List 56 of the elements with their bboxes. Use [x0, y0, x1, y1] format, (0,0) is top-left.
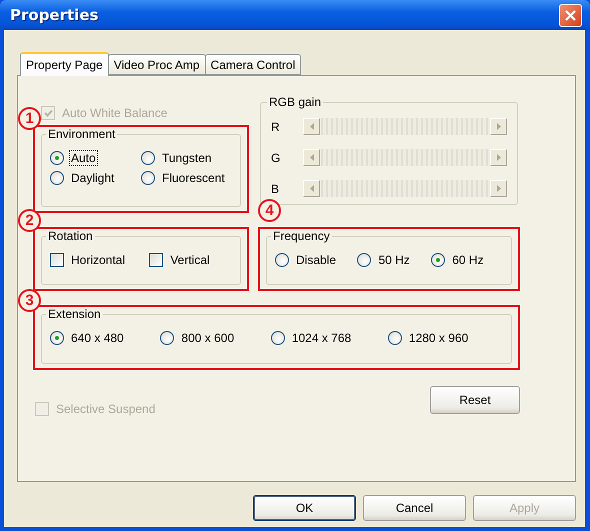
group-title: RGB gain — [268, 95, 322, 109]
checkbox-label: Selective Suspend — [55, 402, 156, 416]
check-icon — [44, 108, 52, 118]
channel-label: R — [271, 120, 281, 134]
tab[interactable]: Camera Control — [204, 54, 302, 75]
group-title: Frequency — [272, 229, 331, 243]
checkbox[interactable] — [149, 253, 164, 267]
checkbox[interactable] — [50, 253, 64, 267]
radio-button[interactable] — [141, 151, 155, 165]
dialog-button[interactable]: Cancel — [363, 495, 466, 521]
radio-button[interactable] — [50, 171, 64, 185]
callout-number: 1 — [18, 107, 41, 130]
window-title: Properties — [10, 6, 98, 24]
radio-button[interactable] — [388, 331, 402, 345]
close-icon — [565, 10, 576, 20]
close-button[interactable] — [559, 4, 582, 26]
checkbox-label: Horizontal — [70, 253, 126, 267]
option-label: 800 x 600 — [180, 331, 236, 345]
option-label: Fluorescent — [161, 171, 226, 185]
radio-button[interactable] — [270, 331, 285, 345]
right-arrow-icon — [496, 154, 500, 161]
channel-label: B — [271, 182, 280, 196]
option-label: 60 Hz — [451, 253, 485, 267]
option-label: Tungsten — [161, 151, 213, 165]
radio-button[interactable] — [50, 331, 64, 345]
option-label: Daylight — [70, 171, 116, 185]
radio-button[interactable] — [431, 253, 446, 267]
option-label: Disable — [295, 253, 338, 267]
callout-number: 4 — [258, 199, 281, 222]
option-label: 1280 x 960 — [408, 331, 470, 345]
reset-button[interactable]: Reset — [430, 386, 520, 414]
radio-button[interactable] — [160, 331, 174, 345]
left-arrow-icon — [310, 123, 314, 130]
option-label: 50 Hz — [377, 253, 411, 267]
channel-label: G — [271, 150, 281, 164]
radio-button[interactable] — [50, 151, 64, 165]
checkbox-label: Auto White Balance — [61, 106, 168, 120]
option-label: Auto — [70, 151, 97, 165]
left-arrow-icon — [310, 185, 314, 192]
checkbox-label: Vertical — [169, 253, 211, 267]
option-label: 640 x 480 — [70, 331, 125, 345]
right-arrow-icon — [496, 185, 500, 192]
right-arrow-icon — [496, 123, 500, 130]
callout-number: 2 — [18, 209, 41, 232]
radio-button[interactable] — [141, 171, 155, 185]
tab[interactable]: Video Proc Amp — [108, 54, 206, 75]
left-arrow-icon — [310, 154, 314, 161]
group-title: Rotation — [47, 229, 94, 243]
option-label: 1024 x 768 — [290, 331, 352, 345]
callout-number: 3 — [18, 289, 41, 312]
tab[interactable]: Property Page — [20, 52, 109, 76]
group-title: Extension — [47, 307, 102, 321]
group-title: Environment — [47, 127, 116, 141]
radio-button[interactable] — [275, 253, 289, 267]
radio-button[interactable] — [357, 253, 372, 267]
dialog-button[interactable]: OK — [253, 495, 356, 521]
